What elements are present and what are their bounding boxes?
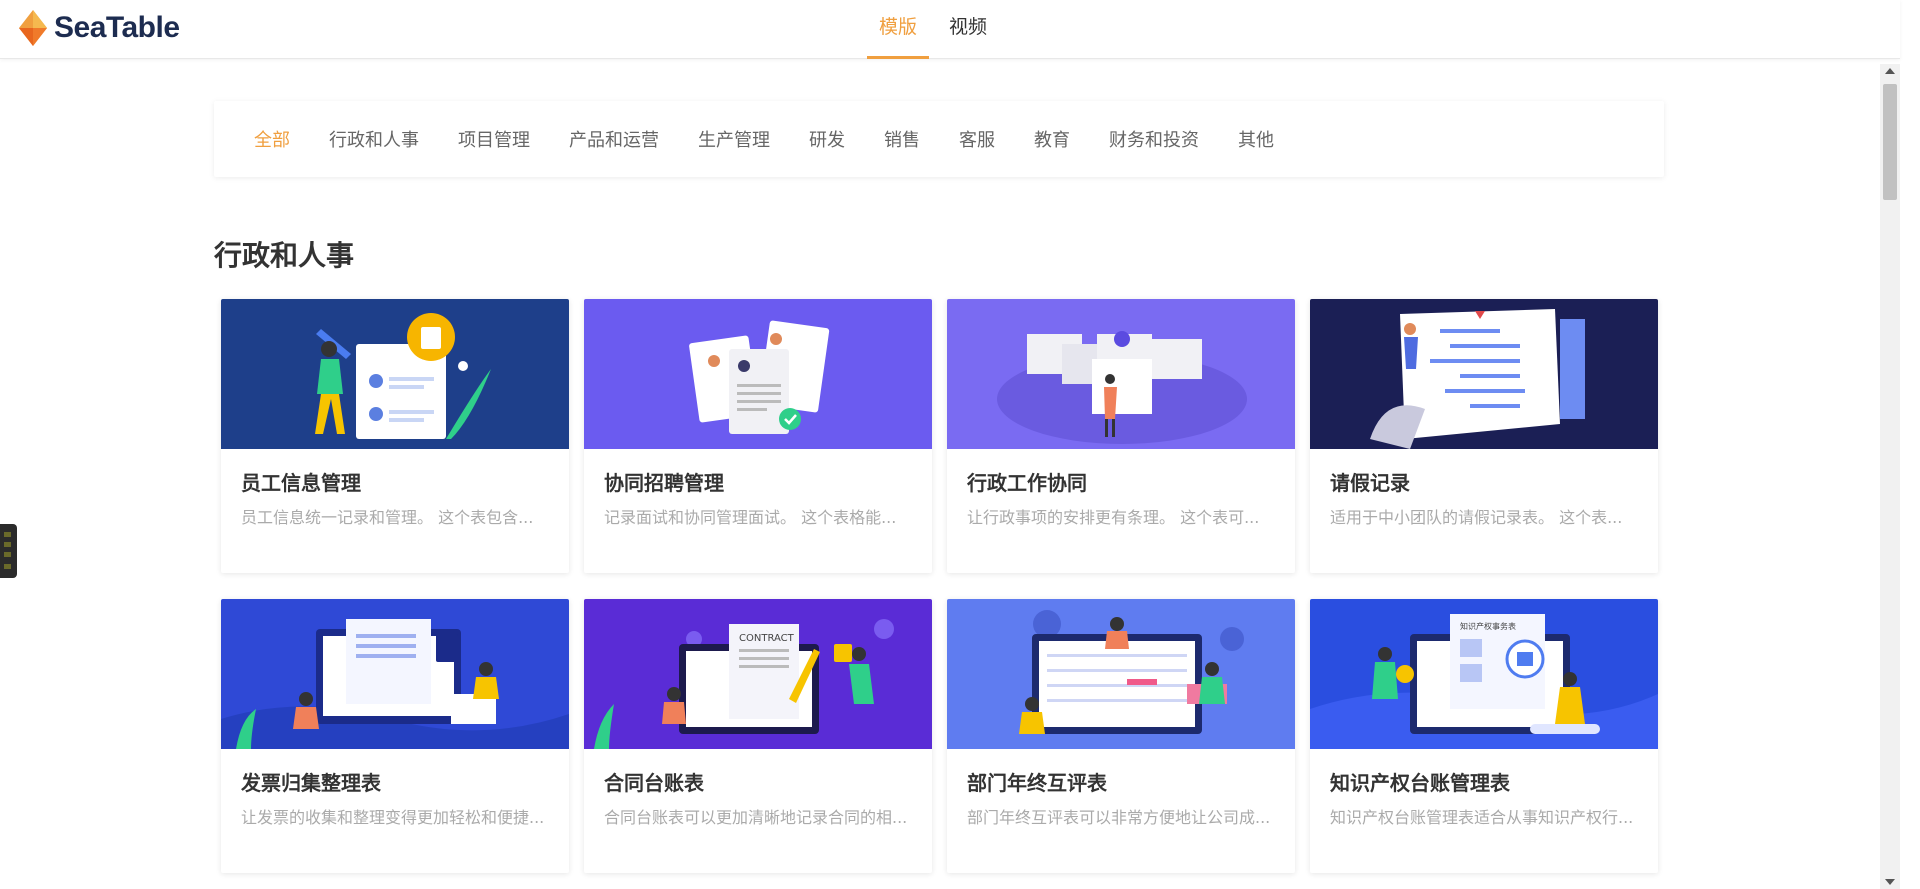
card-description: 员工信息统一记录和管理。 这个表包含... [241,508,534,527]
widget-bar [4,542,11,547]
top-nav: 模版 视频 [867,0,1007,59]
category-project[interactable]: 项目管理 [458,126,530,152]
template-card[interactable]: 部门年终互评表 部门年终互评表可以非常方便地让公司成... [947,599,1295,873]
template-card[interactable]: 发票归集整理表 让发票的收集和整理变得更加轻松和便捷... [221,599,569,873]
vertical-scrollbar[interactable] [1880,64,1900,889]
category-finance[interactable]: 财务和投资 [1109,126,1199,152]
template-thumbnail: 知识产权事务表 [1310,599,1658,749]
brand-name: SeaTable [54,11,180,44]
template-card[interactable]: 行政工作协同 让行政事项的安排更有条理。 这个表可... [947,299,1295,573]
category-rd[interactable]: 研发 [809,126,845,152]
template-card[interactable]: CONTRACT 合同台账表 合同台账表可以更加清晰地记录合同的相... [584,599,932,873]
card-title: 员工信息管理 [241,471,361,495]
template-card[interactable]: 请假记录 适用于中小团队的请假记录表。 这个表... [1310,299,1658,573]
section-title: 行政和人事 [214,239,355,272]
widget-bar [4,564,11,569]
category-product-ops[interactable]: 产品和运营 [569,126,659,152]
scroll-down-icon[interactable] [1885,879,1895,885]
category-filter: 全部 行政和人事 项目管理 产品和运营 生产管理 研发 销售 客服 教育 财务和… [214,101,1664,177]
template-thumbnail [221,599,569,749]
card-title: 协同招聘管理 [604,471,724,495]
widget-bar [4,552,11,557]
ip-doc-text: 知识产权事务表 [1460,621,1516,631]
card-description: 记录面试和协同管理面试。 这个表格能... [604,508,897,527]
card-description: 部门年终互评表可以非常方便地让公司成... [967,808,1271,827]
scrollbar-thumb[interactable] [1883,84,1897,200]
side-toolbar-widget[interactable] [0,524,17,578]
card-title: 合同台账表 [604,771,704,795]
card-title: 知识产权台账管理表 [1330,771,1510,795]
category-support[interactable]: 客服 [959,126,995,152]
seatable-logo[interactable]: SeaTable [18,9,180,47]
template-card[interactable]: 员工信息管理 员工信息统一记录和管理。 这个表包含... [221,299,569,573]
top-bar: SeaTable 模版 视频 [0,0,1900,59]
category-sales[interactable]: 销售 [884,126,920,152]
template-thumbnail [947,299,1295,449]
card-description: 适用于中小团队的请假记录表。 这个表... [1330,508,1623,527]
category-production[interactable]: 生产管理 [698,126,770,152]
template-thumbnail [947,599,1295,749]
category-education[interactable]: 教育 [1034,126,1070,152]
scroll-up-icon[interactable] [1885,68,1895,74]
nav-videos[interactable]: 视频 [937,0,999,59]
card-description: 让行政事项的安排更有条理。 这个表可... [967,508,1260,527]
card-title: 请假记录 [1330,471,1410,495]
template-thumbnail: CONTRACT [584,599,932,749]
card-description: 合同台账表可以更加清晰地记录合同的相... [604,808,908,827]
category-all[interactable]: 全部 [254,126,290,152]
card-title: 行政工作协同 [967,471,1087,495]
template-card[interactable]: 知识产权事务表 知识产权台账管理表 知识产权台账管理表适合从事知识产权行... [1310,599,1658,873]
template-thumbnail [1310,299,1658,449]
category-admin-hr[interactable]: 行政和人事 [329,126,419,152]
nav-templates[interactable]: 模版 [867,0,930,59]
widget-bar [4,532,11,537]
seatable-logo-icon [18,9,48,47]
category-other[interactable]: 其他 [1238,126,1274,152]
template-thumbnail [221,299,569,449]
template-thumbnail [584,299,932,449]
window-edge [1900,0,1920,889]
card-title: 部门年终互评表 [967,771,1107,795]
card-description: 知识产权台账管理表适合从事知识产权行... [1330,808,1634,827]
card-description: 让发票的收集和整理变得更加轻松和便捷... [241,808,545,827]
card-title: 发票归集整理表 [241,771,381,795]
template-card[interactable]: 协同招聘管理 记录面试和协同管理面试。 这个表格能... [584,299,932,573]
contract-text: CONTRACT [739,633,795,644]
